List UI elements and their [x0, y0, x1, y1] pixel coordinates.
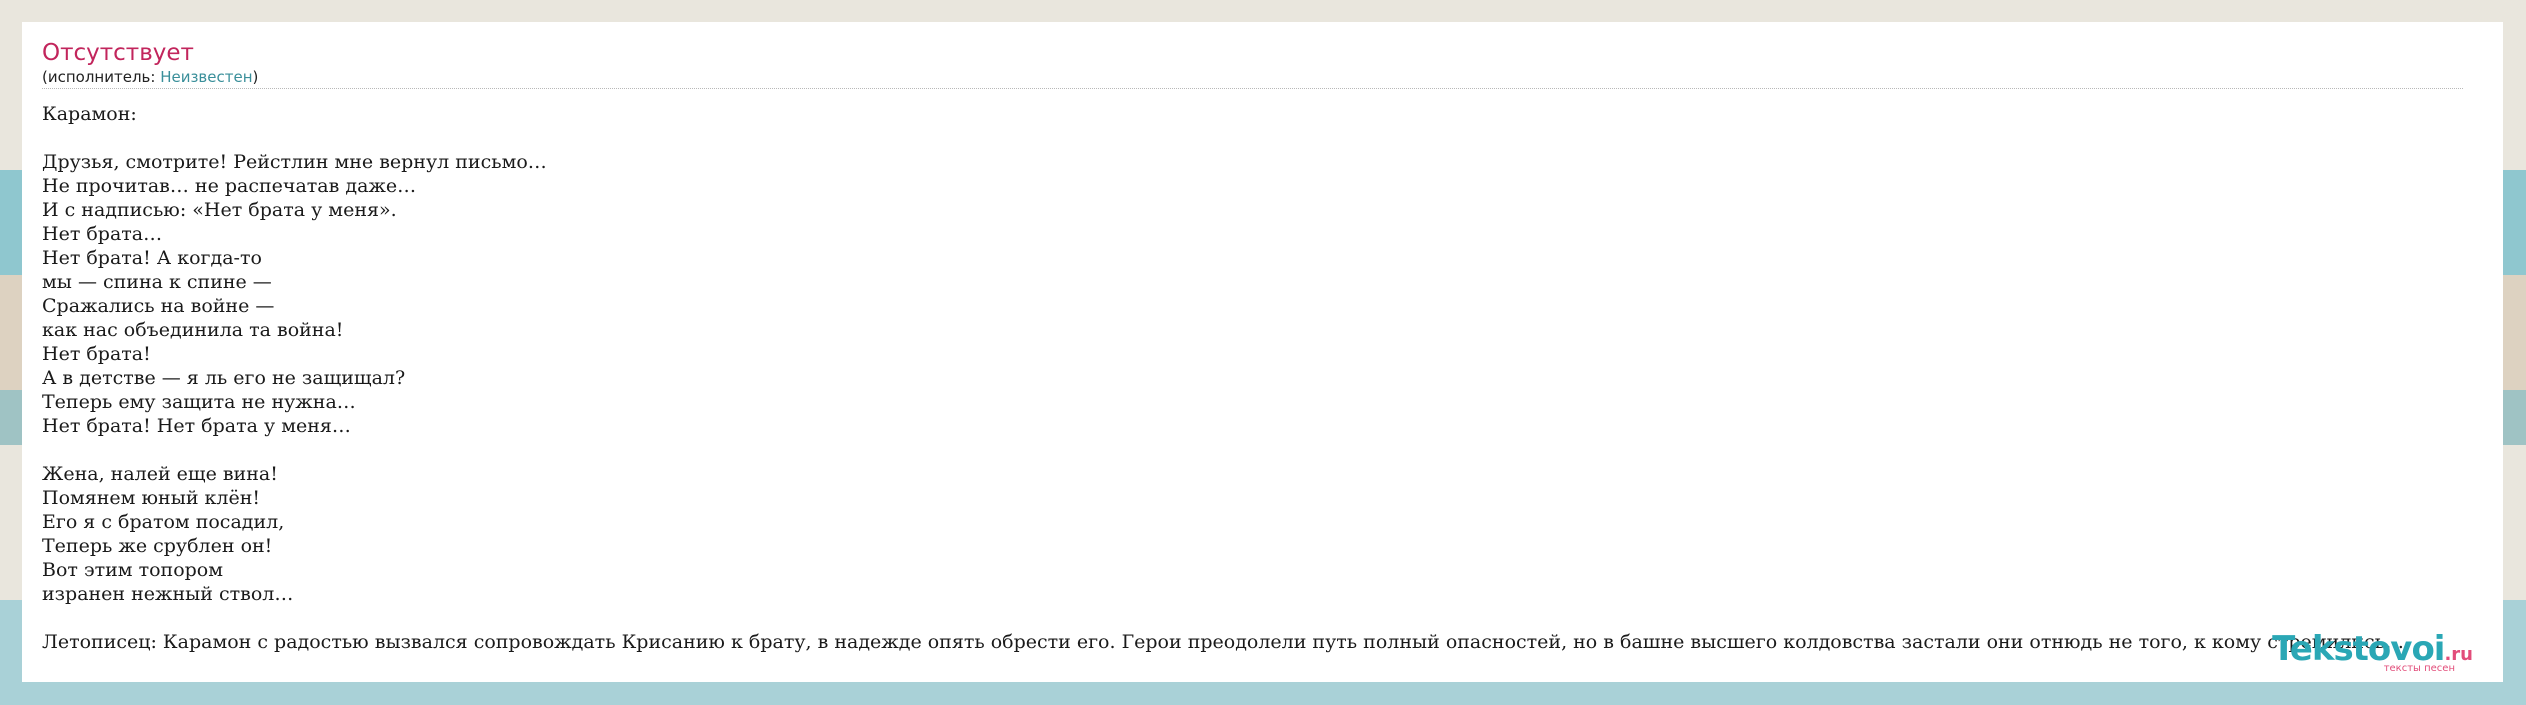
lyric-line: Нет брата! Нет брата у меня…	[42, 415, 351, 437]
watermark-tld: .ru	[2444, 644, 2473, 665]
lyric-line: Нет брата…	[42, 223, 163, 245]
lyric-line: Друзья, смотрите! Рейстлин мне вернул пи…	[42, 151, 547, 173]
lyric-line: изранен нежный ствол…	[42, 583, 294, 605]
lyric-line: Не прочитав… не распечатав даже…	[42, 175, 417, 197]
speaker-label: Карамон:	[42, 103, 137, 125]
content-frame: Отсутствует (исполнитель: Неизвестен) Ка…	[22, 22, 2503, 682]
lyric-line: Сражались на войне —	[42, 295, 275, 317]
performer-line: (исполнитель: Неизвестен)	[42, 68, 2463, 86]
performer-suffix: )	[252, 68, 259, 87]
stanza-gap	[42, 438, 2503, 462]
stanza-gap	[42, 126, 2503, 150]
lyric-line: Его я с братом посадил,	[42, 511, 285, 533]
chronicler-line: Летописец: Карамон с радостью вызвался с…	[42, 631, 2404, 653]
lyrics-body: Карамон: Друзья, смотрите! Рейстлин мне …	[42, 102, 2503, 654]
stanza-gap	[42, 606, 2503, 630]
performer-link[interactable]: Неизвестен	[160, 68, 252, 86]
lyric-line: Нет брата! А когда-то	[42, 247, 262, 269]
lyric-line: Нет брата!	[42, 343, 151, 365]
lyric-line: И с надписью: «Нет брата у меня».	[42, 199, 397, 221]
lyric-line: Помянем юный клён!	[42, 487, 261, 509]
lyric-line: А в детстве — я ль его не защищал?	[42, 367, 406, 389]
lyric-line: Теперь же срублен он!	[42, 535, 273, 557]
site-watermark: Tekstovoi.ru тексты песен	[2272, 629, 2473, 674]
lyric-line: мы — спина к спине —	[42, 271, 272, 293]
lyric-line: Вот этим топором	[42, 559, 224, 581]
lyric-line: Жена, налей еще вина!	[42, 463, 278, 485]
performer-prefix: (исполнитель:	[42, 68, 161, 87]
lyric-line: как нас объединила та война!	[42, 319, 344, 341]
lyric-line: Теперь ему защита не нужна…	[42, 391, 356, 413]
song-title: Отсутствует	[42, 40, 194, 66]
song-header: Отсутствует (исполнитель: Неизвестен)	[42, 40, 2463, 90]
